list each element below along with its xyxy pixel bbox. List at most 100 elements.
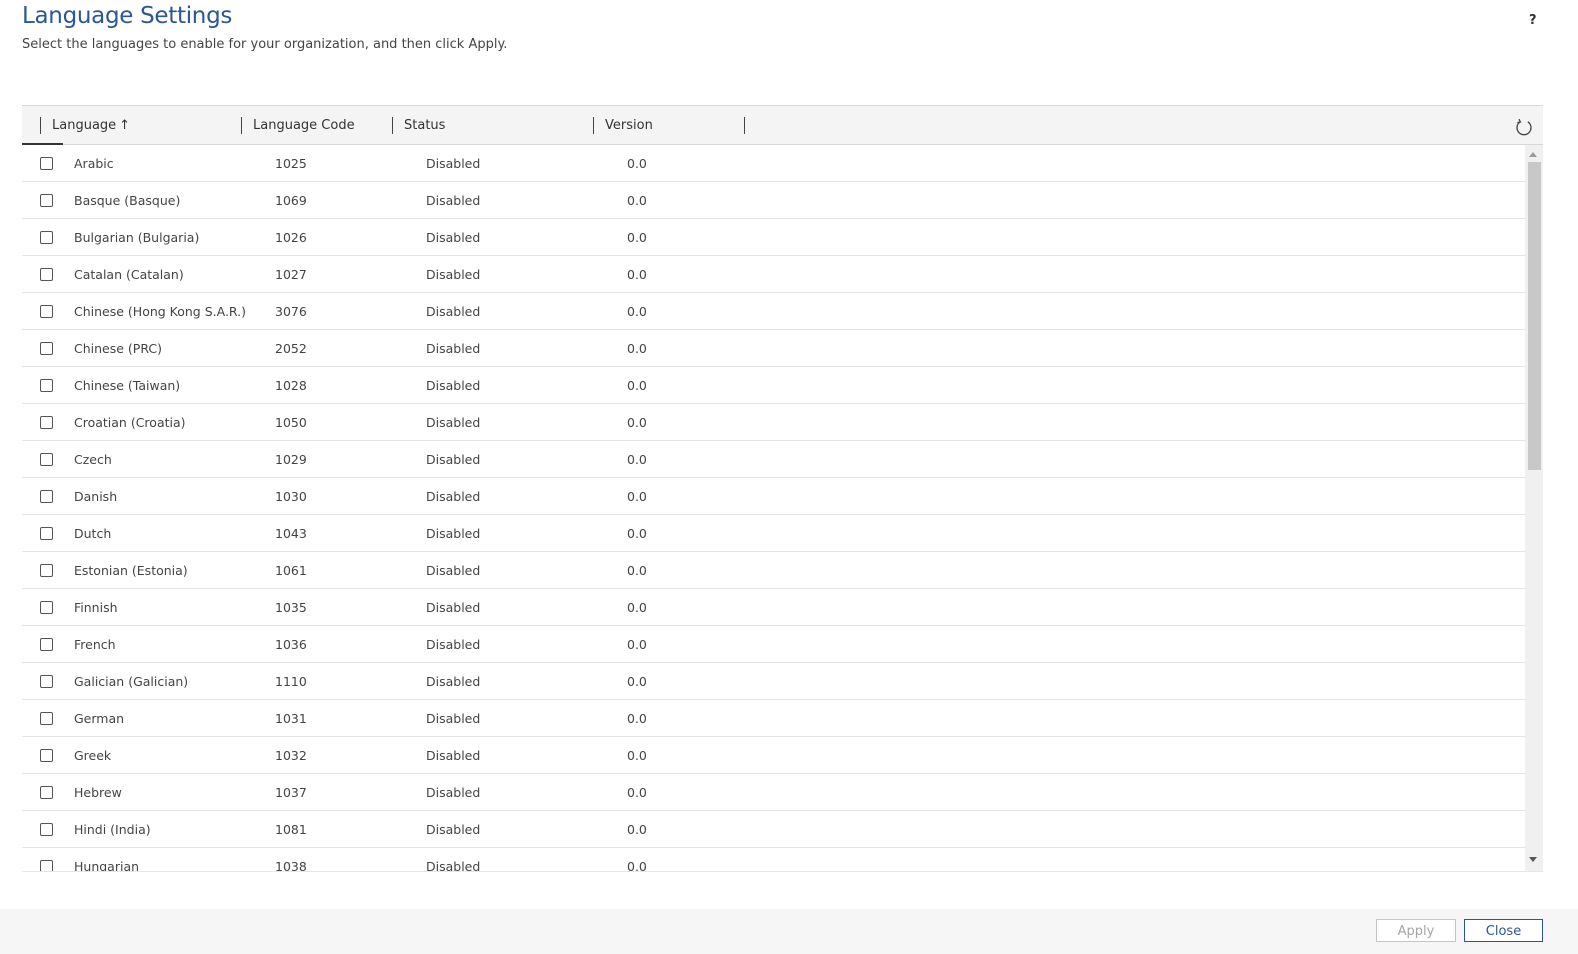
table-row[interactable]: Czech 1029 Disabled 0.0 — [22, 441, 1525, 478]
version-cell: 0.0 — [627, 748, 647, 763]
language-code-cell: 1029 — [275, 452, 307, 467]
version-cell: 0.0 — [627, 526, 647, 541]
language-code-cell: 1030 — [275, 489, 307, 504]
language-code-cell: 1061 — [275, 563, 307, 578]
language-cell: Czech — [74, 452, 112, 467]
status-cell: Disabled — [426, 674, 481, 689]
close-button[interactable]: Close — [1464, 919, 1543, 942]
row-checkbox[interactable] — [40, 823, 53, 836]
column-separator[interactable] — [40, 117, 41, 134]
column-header-version[interactable]: Version — [605, 118, 653, 133]
version-cell: 0.0 — [627, 600, 647, 615]
language-code-cell: 1032 — [275, 748, 307, 763]
scroll-down-icon[interactable] — [1529, 857, 1537, 862]
row-checkbox[interactable] — [40, 786, 53, 799]
row-checkbox[interactable] — [40, 416, 53, 429]
apply-button[interactable]: Apply — [1376, 919, 1456, 942]
row-checkbox[interactable] — [40, 379, 53, 392]
row-checkbox[interactable] — [40, 860, 53, 871]
language-code-cell: 1035 — [275, 600, 307, 615]
language-cell: Hungarian — [74, 859, 140, 871]
version-cell: 0.0 — [627, 489, 647, 504]
table-row[interactable]: Catalan (Catalan) 1027 Disabled 0.0 — [22, 256, 1525, 293]
row-checkbox[interactable] — [40, 157, 53, 170]
table-row[interactable]: Dutch 1043 Disabled 0.0 — [22, 515, 1525, 552]
row-checkbox[interactable] — [40, 453, 53, 466]
row-checkbox[interactable] — [40, 638, 53, 651]
table-row[interactable]: French 1036 Disabled 0.0 — [22, 626, 1525, 663]
row-checkbox[interactable] — [40, 342, 53, 355]
table-row[interactable]: Danish 1030 Disabled 0.0 — [22, 478, 1525, 515]
scroll-up-icon[interactable] — [1529, 152, 1537, 157]
version-cell: 0.0 — [627, 415, 647, 430]
status-cell: Disabled — [426, 230, 481, 245]
row-checkbox[interactable] — [40, 194, 53, 207]
status-cell: Disabled — [426, 156, 481, 171]
table-row[interactable]: Chinese (Taiwan) 1028 Disabled 0.0 — [22, 367, 1525, 404]
status-cell: Disabled — [426, 711, 481, 726]
version-cell: 0.0 — [627, 711, 647, 726]
language-code-cell: 1043 — [275, 526, 307, 541]
refresh-icon[interactable] — [1514, 117, 1534, 137]
row-checkbox[interactable] — [40, 712, 53, 725]
language-code-cell: 3076 — [275, 304, 307, 319]
version-cell: 0.0 — [627, 637, 647, 652]
row-checkbox[interactable] — [40, 305, 53, 318]
version-cell: 0.0 — [627, 563, 647, 578]
language-code-cell: 2052 — [275, 341, 307, 356]
column-header-language-label: Language — [52, 118, 117, 133]
table-row[interactable]: Hindi (India) 1081 Disabled 0.0 — [22, 811, 1525, 848]
grid-header: Language ↑ Language Code Status Version — [22, 106, 1543, 145]
language-cell: Dutch — [74, 526, 112, 541]
column-header-language-code[interactable]: Language Code — [253, 118, 355, 133]
column-separator[interactable] — [241, 117, 242, 134]
language-code-cell: 1110 — [275, 674, 307, 689]
page-subtitle: Select the languages to enable for your … — [22, 37, 508, 52]
language-code-cell: 1038 — [275, 859, 307, 871]
column-header-language[interactable]: Language ↑ — [52, 118, 130, 133]
table-row[interactable]: Arabic 1025 Disabled 0.0 — [22, 145, 1525, 182]
table-row[interactable]: Chinese (Hong Kong S.A.R.) 3076 Disabled 0.… — [22, 293, 1525, 330]
column-separator[interactable] — [744, 117, 745, 134]
table-row[interactable]: Estonian (Estonia) 1061 Disabled 0.0 — [22, 552, 1525, 589]
column-separator[interactable] — [593, 117, 594, 134]
language-code-cell: 1025 — [275, 156, 307, 171]
row-checkbox[interactable] — [40, 527, 53, 540]
column-header-status[interactable]: Status — [404, 118, 445, 133]
version-cell: 0.0 — [627, 304, 647, 319]
row-checkbox[interactable] — [40, 268, 53, 281]
row-checkbox[interactable] — [40, 231, 53, 244]
help-icon[interactable]: ? — [1529, 13, 1537, 28]
row-checkbox[interactable] — [40, 675, 53, 688]
status-cell: Disabled — [426, 193, 481, 208]
table-row[interactable]: Galician (Galician) 1110 Disabled 0.0 — [22, 663, 1525, 700]
language-code-cell: 1050 — [275, 415, 307, 430]
row-checkbox[interactable] — [40, 490, 53, 503]
status-cell: Disabled — [426, 748, 481, 763]
column-separator[interactable] — [392, 117, 393, 134]
language-cell: Croatian (Croatia) — [74, 415, 186, 430]
table-row[interactable]: Hebrew 1037 Disabled 0.0 — [22, 774, 1525, 811]
row-checkbox[interactable] — [40, 749, 53, 762]
table-row[interactable]: Chinese (PRC) 2052 Disabled 0.0 — [22, 330, 1525, 367]
language-cell: Hebrew — [74, 785, 122, 800]
vertical-scrollbar[interactable] — [1525, 145, 1543, 871]
table-row[interactable]: German 1031 Disabled 0.0 — [22, 700, 1525, 737]
language-cell: Chinese (Taiwan) — [74, 378, 181, 393]
language-code-cell: 1081 — [275, 822, 307, 837]
status-cell: Disabled — [426, 785, 481, 800]
row-checkbox[interactable] — [40, 564, 53, 577]
scroll-thumb[interactable] — [1528, 162, 1541, 470]
row-checkbox[interactable] — [40, 601, 53, 614]
table-row[interactable]: Basque (Basque) 1069 Disabled 0.0 — [22, 182, 1525, 219]
language-code-cell: 1026 — [275, 230, 307, 245]
table-row[interactable]: Finnish 1035 Disabled 0.0 — [22, 589, 1525, 626]
table-row[interactable]: Croatian (Croatia) 1050 Disabled 0.0 — [22, 404, 1525, 441]
version-cell: 0.0 — [627, 156, 647, 171]
language-cell: Basque (Basque) — [74, 193, 181, 208]
status-cell: Disabled — [426, 452, 481, 467]
language-cell: Estonian (Estonia) — [74, 563, 188, 578]
table-row[interactable]: Bulgarian (Bulgaria) 1026 Disabled 0.0 — [22, 219, 1525, 256]
table-row[interactable]: Greek 1032 Disabled 0.0 — [22, 737, 1525, 774]
table-row[interactable]: Hungarian 1038 Disabled 0.0 — [22, 848, 1525, 871]
